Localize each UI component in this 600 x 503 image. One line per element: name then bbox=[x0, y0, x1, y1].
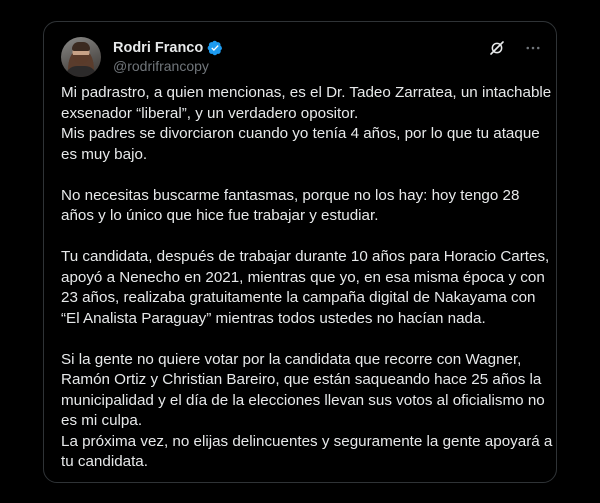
author-handle[interactable]: @rodrifrancopy bbox=[113, 58, 223, 74]
tweet-paragraph: No necesitas buscarme fantasmas, porque … bbox=[61, 186, 549, 227]
text-line: Tu candidata, después de trabajar durant… bbox=[61, 248, 550, 265]
display-name[interactable]: Rodri Franco bbox=[113, 40, 203, 56]
text-line: Mis padres se divorciaron cuando yo tení… bbox=[61, 125, 540, 142]
text-line: “El Analista Paraguay” mientras todos us… bbox=[61, 309, 486, 327]
text-line: 23 años, realizaba gratuitamente la camp… bbox=[61, 289, 536, 306]
text-line: Si la gente no quiere votar por la candi… bbox=[61, 350, 522, 368]
avatar-hair bbox=[72, 42, 90, 51]
text-line: años y lo único que hice fue trabajar y … bbox=[61, 207, 379, 224]
avatar-beard bbox=[73, 55, 89, 64]
text-line: municipalidad y el día de la elecciones … bbox=[61, 391, 545, 409]
text-line: Mi padrastro, a quien mencionas, es el D… bbox=[61, 84, 552, 101]
author-info: Rodri Franco @rodrifrancopy bbox=[113, 38, 223, 74]
tweet-header: Rodri Franco @rodrifrancopy bbox=[61, 37, 542, 77]
text-line: Ramón Ortiz y Christian Bareiro, que est… bbox=[61, 371, 542, 388]
tweet-paragraph: Si la gente no quiere votar por la candi… bbox=[61, 350, 553, 473]
text-line: exsenador “liberal”, y un verdadero opos… bbox=[61, 104, 359, 122]
verified-badge-icon bbox=[207, 40, 223, 55]
tweet-paragraph: Mi padrastro, a quien mencionas, es el D… bbox=[61, 83, 552, 165]
tweet-body: Mi padrastro, a quien mencionas, es el D… bbox=[61, 83, 553, 473]
text-line: La próxima vez, no elijas delincuentes y… bbox=[61, 432, 553, 450]
avatar-shirt bbox=[65, 66, 97, 77]
text-line: No necesitas buscarme fantasmas, porque … bbox=[61, 186, 520, 204]
text-line: es muy bajo. bbox=[61, 145, 148, 163]
avatar[interactable] bbox=[61, 37, 101, 77]
display-name-row: Rodri Franco bbox=[113, 38, 223, 57]
tweet-paragraph: Tu candidata, después de trabajar durant… bbox=[61, 247, 549, 329]
text-line: tu candidata. bbox=[61, 453, 148, 470]
text-line: es mi culpa. bbox=[61, 412, 143, 429]
more-options-icon[interactable] bbox=[524, 39, 542, 57]
tweet-actions bbox=[488, 39, 542, 57]
grok-icon[interactable] bbox=[488, 39, 506, 57]
text-line: apoyó a Nenecho en 2021, mientras que yo… bbox=[61, 268, 545, 286]
tweet-card: Rodri Franco @rodrifrancopy Mi padrastro… bbox=[43, 21, 557, 483]
